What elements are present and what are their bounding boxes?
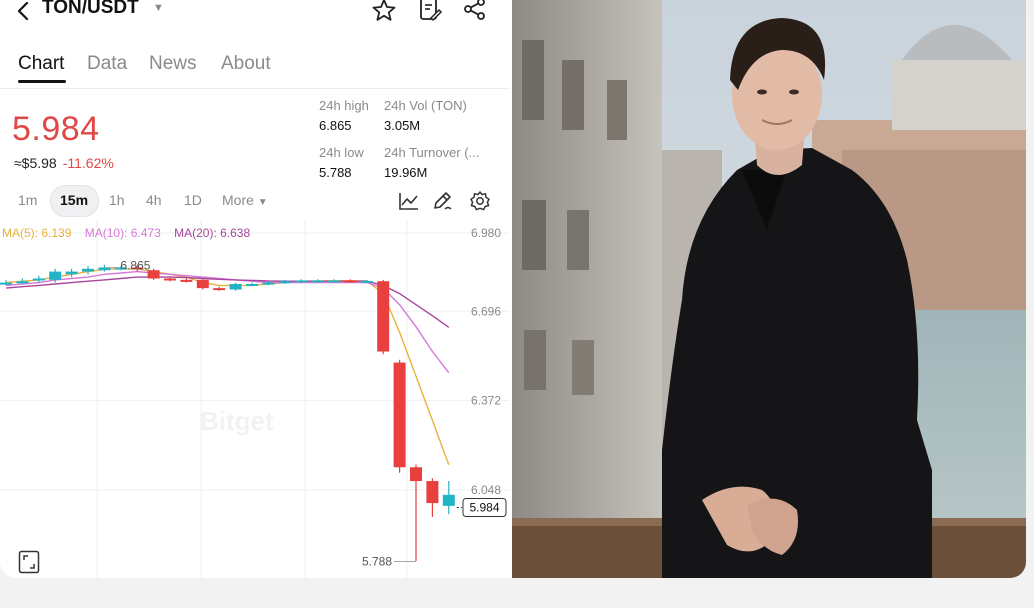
settings-gear-icon[interactable] xyxy=(469,190,491,212)
candle-body xyxy=(426,481,439,504)
last-price-tag-label: 5.984 xyxy=(469,501,499,515)
stat-vol-value: 3.05M xyxy=(384,118,421,133)
tab-about[interactable]: About xyxy=(221,53,271,75)
note-edit-icon[interactable] xyxy=(417,0,443,22)
tabs-divider xyxy=(0,88,510,89)
draw-pen-icon[interactable] xyxy=(431,190,453,212)
interval-more-label: More xyxy=(222,192,254,208)
candle-body xyxy=(0,282,12,285)
tab-data[interactable]: Data xyxy=(87,53,127,75)
y-axis: 6.980 6.696 6.372 6.048 xyxy=(471,226,501,497)
interval-1d[interactable]: 1D xyxy=(184,192,202,208)
candle-body xyxy=(16,281,29,284)
stat-low-value: 5.788 xyxy=(319,165,352,180)
candle-body xyxy=(180,279,193,282)
candle-body xyxy=(393,362,406,468)
candle-body xyxy=(213,288,226,291)
candle-body xyxy=(410,467,422,482)
price-subline: ≈$5.98 -11.62% xyxy=(14,155,114,171)
candle-body xyxy=(65,271,78,275)
stat-high-value: 6.865 xyxy=(319,118,352,133)
ma5-label: MA(5): 6.139 xyxy=(2,226,72,240)
candle-body xyxy=(442,494,455,506)
candle-body xyxy=(360,280,373,283)
candle-body xyxy=(328,280,340,283)
pair-dropdown-caret-icon[interactable]: ▼ xyxy=(153,2,164,14)
star-icon[interactable] xyxy=(371,0,397,22)
active-tab-indicator xyxy=(18,80,66,83)
watermark-text: Bitget xyxy=(200,406,274,436)
pair-title[interactable]: TON/USDT xyxy=(42,0,139,19)
candlestick-chart[interactable]: Bitget 6.980 6.696 6.372 6.048 6.865 5.788 5.… xyxy=(0,220,510,578)
interval-1h[interactable]: 1h xyxy=(109,192,125,208)
low-marker-label: 5.788 xyxy=(362,555,392,569)
candle-body xyxy=(344,280,357,283)
candle-body xyxy=(278,281,291,284)
tab-chart[interactable]: Chart xyxy=(18,53,64,75)
share-icon[interactable] xyxy=(462,0,488,22)
high-marker-label: 6.865 xyxy=(120,259,150,273)
fullscreen-expand-icon[interactable] xyxy=(18,550,40,574)
back-arrow-icon[interactable] xyxy=(14,0,34,22)
y-tick-label: 6.372 xyxy=(471,394,501,408)
interval-15m[interactable]: 15m xyxy=(60,192,88,208)
price-change: -11.62% xyxy=(62,155,114,171)
stat-vol-label: 24h Vol (TON) xyxy=(384,98,467,113)
candle-body xyxy=(311,280,324,283)
stat-low-label: 24h low xyxy=(319,145,364,160)
stat-high-label: 24h high xyxy=(319,98,369,113)
candle-body xyxy=(229,283,242,290)
more-caret-icon: ▼ xyxy=(257,197,268,208)
fiat-price: ≈$5.98 xyxy=(14,155,57,171)
interval-1m[interactable]: 1m xyxy=(18,192,37,208)
interval-more[interactable]: More ▼ xyxy=(222,192,268,208)
ma-legend: MA(5): 6.139 MA(10): 6.473 MA(20): 6.638 xyxy=(2,226,250,240)
candle-body xyxy=(49,271,62,280)
y-tick-label: 6.696 xyxy=(471,304,501,318)
trading-screenshot: TON/USDT ▼ Chart Data News About 5.984 ≈… xyxy=(0,0,510,578)
tab-news[interactable]: News xyxy=(149,53,197,75)
candle-body xyxy=(262,282,275,285)
candle-body xyxy=(246,283,258,286)
candle-body xyxy=(295,280,308,283)
last-price: 5.984 xyxy=(12,110,100,148)
candle-body xyxy=(377,281,390,352)
y-tick-label: 6.048 xyxy=(471,483,501,497)
candle-body xyxy=(196,279,209,289)
candle-body xyxy=(82,268,94,272)
ma10-label: MA(10): 6.473 xyxy=(84,226,161,240)
y-tick-label: 6.980 xyxy=(471,226,501,240)
candle-body xyxy=(32,278,45,281)
stat-turnover-label: 24h Turnover (... xyxy=(384,145,480,160)
portrait-photo xyxy=(512,0,1026,578)
interval-4h[interactable]: 4h xyxy=(146,192,162,208)
stat-turnover-value: 19.96M xyxy=(384,165,428,180)
post-media-card: TON/USDT ▼ Chart Data News About 5.984 ≈… xyxy=(0,0,1026,578)
ma20-label: MA(20): 6.638 xyxy=(174,226,251,240)
candle-body xyxy=(164,278,176,281)
indicator-chart-icon[interactable] xyxy=(398,190,420,212)
